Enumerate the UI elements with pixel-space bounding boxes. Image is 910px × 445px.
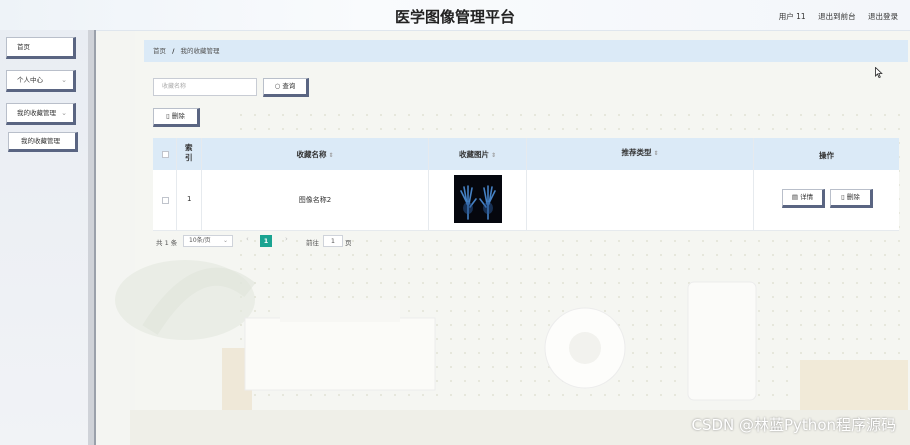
sidebar-item-personal-center[interactable]: 个人中心 ⌄ (6, 70, 76, 92)
sort-icon[interactable]: ⇕ (491, 152, 496, 159)
trash-icon: ▯ (166, 112, 170, 120)
chevron-down-icon: ⌄ (61, 76, 67, 84)
sidebar-item-favorites[interactable]: 我的收藏管理 ⌄ (6, 103, 76, 125)
header-name-cell[interactable]: 收藏名称 ⇕ (202, 138, 429, 170)
detail-button-label: 详情 (800, 193, 814, 201)
row-index: 1 (187, 195, 192, 203)
row-type-cell (527, 170, 754, 230)
column-header-name: 收藏名称 (296, 150, 327, 159)
row-delete-button[interactable]: ▯ 删除 (830, 189, 873, 208)
sort-icon[interactable]: ⇕ (328, 152, 333, 159)
page-size-select[interactable]: 10条/页 ⌄ (183, 235, 233, 247)
favorites-table: 索引 收藏名称 ⇕ 收藏图片 ⇕ 推荐类型 ⇕ 操作 1 图像名称2 ▤ 详情 … (153, 138, 899, 231)
sidebar-item-home[interactable]: 首页 (6, 37, 76, 59)
mouse-cursor-icon (875, 67, 883, 78)
row-select-cell (153, 170, 177, 230)
sidebar-subitem-favorites-manage[interactable]: 我的收藏管理 (8, 132, 78, 152)
pager-total: 共 1 条 (156, 239, 178, 247)
sidebar-item-label: 个人中心 (17, 76, 43, 84)
logout-link[interactable]: 退出登录 (868, 12, 898, 21)
column-header-index: 索引 (185, 143, 193, 162)
header-image-cell[interactable]: 收藏图片 ⇕ (429, 138, 527, 170)
sidebar (0, 30, 95, 445)
column-header-actions: 操作 (819, 151, 834, 160)
breadcrumb-current: 我的收藏管理 (180, 47, 220, 55)
row-actions-cell: ▤ 详情 ▯ 删除 (754, 170, 899, 230)
sidebar-item-label: 首页 (17, 43, 30, 51)
goto-label: 前往 (306, 239, 319, 247)
xray-hands-image[interactable] (454, 175, 502, 223)
page-size-value: 10条/页 (189, 237, 211, 244)
row-index-cell: 1 (177, 170, 202, 230)
goto-page-input[interactable]: 1 (323, 235, 343, 247)
sidebar-subitem-label: 我的收藏管理 (21, 137, 60, 145)
header-index-cell: 索引 (177, 138, 202, 170)
document-icon: ▤ (791, 193, 799, 201)
trash-icon: ▯ (841, 193, 845, 201)
header-actions-cell: 操作 (754, 138, 899, 170)
row-checkbox[interactable] (162, 197, 169, 204)
column-header-image: 收藏图片 (458, 150, 489, 159)
chevron-down-icon: ⌄ (222, 237, 228, 244)
watermark-text: CSDN @林蓝Python程序源码 (691, 416, 896, 434)
breadcrumb-home[interactable]: 首页 (153, 47, 166, 55)
page-unit-label: 页 (345, 239, 352, 247)
header-links: 用户 11 退出到前台 退出登录 (769, 11, 898, 22)
detail-button[interactable]: ▤ 详情 (782, 189, 825, 208)
breadcrumb-separator: / (172, 47, 175, 55)
breadcrumb: 首页 / 我的收藏管理 (144, 40, 908, 62)
next-page-icon[interactable]: › (285, 235, 288, 243)
select-all-checkbox[interactable] (162, 151, 169, 158)
search-button[interactable]: ○ 查询 (263, 78, 309, 97)
search-icon: ○ (274, 82, 281, 90)
search-button-label: 查询 (282, 82, 296, 90)
favorite-name-search-input[interactable]: 收藏名称 (153, 78, 257, 96)
row-name: 图像名称2 (298, 196, 332, 204)
user-name-link[interactable]: 用户 11 (779, 12, 806, 21)
row-name-cell: 图像名称2 (202, 170, 429, 230)
batch-delete-button[interactable]: ▯ 删除 (153, 108, 200, 127)
table-header: 索引 收藏名称 ⇕ 收藏图片 ⇕ 推荐类型 ⇕ 操作 (153, 138, 899, 170)
table-row: 1 图像名称2 ▤ 详情 ▯ 删除 (153, 170, 899, 231)
sort-icon[interactable]: ⇕ (653, 150, 658, 157)
sidebar-item-label: 我的收藏管理 (17, 109, 56, 117)
sidebar-divider (94, 30, 96, 445)
top-header: 医学图像管理平台 用户 11 退出到前台 退出登录 (0, 0, 910, 31)
back-to-frontend-link[interactable]: 退出到前台 (818, 12, 856, 21)
column-header-type: 推荐类型 (621, 148, 652, 157)
header-type-cell[interactable]: 推荐类型 ⇕ (527, 138, 754, 170)
header-select-cell (153, 138, 177, 170)
batch-delete-label: 删除 (171, 112, 185, 120)
page-number-current[interactable]: 1 (260, 235, 272, 247)
prev-page-icon[interactable]: ‹ (246, 235, 249, 243)
row-delete-label: 删除 (846, 193, 860, 201)
chevron-down-icon: ⌄ (61, 109, 67, 117)
